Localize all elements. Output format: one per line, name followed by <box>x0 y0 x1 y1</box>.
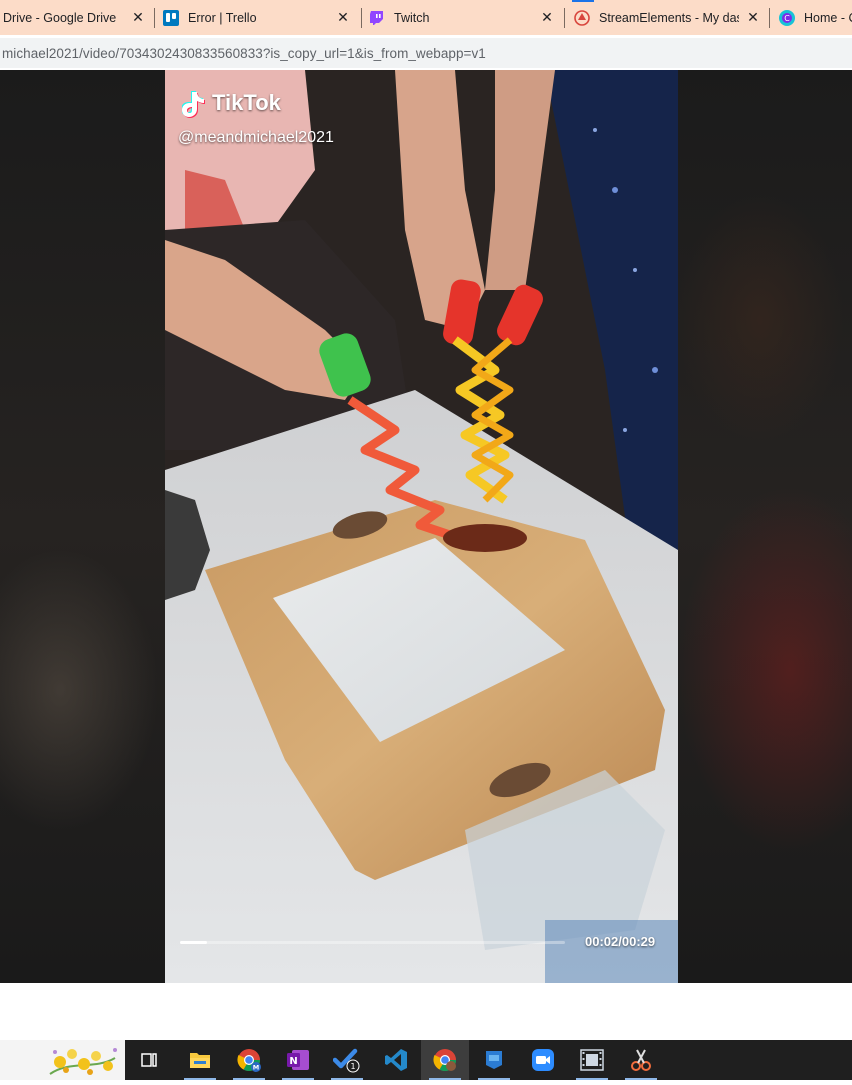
video-editor-icon <box>580 1049 604 1071</box>
tab-title: Twitch <box>394 10 430 25</box>
tab-close-icon[interactable]: ✕ <box>130 9 146 25</box>
zoom-button[interactable] <box>519 1040 567 1080</box>
video-page: TikTok @meandmichael2021 00:02/00:29 <box>0 70 852 983</box>
chrome-icon <box>433 1049 456 1071</box>
tab-google-drive[interactable]: Drive - Google Drive ✕ <box>0 0 154 35</box>
video-editor-button[interactable] <box>568 1040 616 1080</box>
flower-decoration-icon <box>49 1048 117 1075</box>
todo-icon: 1 <box>333 1048 360 1073</box>
tab-title: Error | Trello <box>188 10 257 25</box>
address-bar-row: michael2021/video/7034302430833560833?is… <box>0 35 852 70</box>
vscode-icon <box>385 1049 407 1071</box>
video-player[interactable] <box>165 70 678 983</box>
todo-badge: 1 <box>350 1062 355 1071</box>
tab-separator <box>154 8 155 28</box>
tab-trello[interactable]: Error | Trello ✕ <box>163 0 361 35</box>
url-text[interactable]: michael2021/video/7034302430833560833?is… <box>2 46 486 61</box>
tab-title: Home - Canva <box>804 10 852 25</box>
zoom-icon <box>532 1049 554 1071</box>
creator-handle: @meandmichael2021 <box>178 129 334 146</box>
vscode-button[interactable] <box>372 1040 420 1080</box>
video-progress-fill <box>180 941 207 944</box>
tab-canva[interactable]: C Home - Canva <box>779 0 852 35</box>
tab-close-icon[interactable]: ✕ <box>745 9 761 25</box>
chrome-profile-button[interactable]: M <box>225 1040 273 1080</box>
tab-close-icon[interactable]: ✕ <box>335 9 351 25</box>
browser-tab-strip: Drive - Google Drive ✕ Error | Trello ✕ … <box>0 0 852 35</box>
trello-icon <box>163 9 179 26</box>
store-app-button[interactable] <box>470 1040 518 1080</box>
twitch-icon <box>369 10 385 26</box>
tab-title: Drive - Google Drive <box>3 10 117 25</box>
tab-close-icon[interactable]: ✕ <box>539 9 555 25</box>
store-app-icon <box>486 1051 502 1069</box>
chrome-profile-m-icon: M <box>237 1049 261 1072</box>
windows-taskbar: M N 1 <box>0 1040 852 1080</box>
file-explorer-button[interactable] <box>176 1040 224 1080</box>
svg-text:N: N <box>289 1056 297 1067</box>
tiktok-logo-icon <box>182 91 205 118</box>
chrome-button[interactable] <box>421 1040 469 1080</box>
svg-text:M: M <box>253 1064 259 1072</box>
tab-separator <box>361 8 362 28</box>
tab-separator <box>564 8 565 28</box>
tiktok-brand-text: TikTok <box>212 90 281 115</box>
snipping-tool-button[interactable] <box>617 1040 665 1080</box>
video-time: 00:02/00:29 <box>585 934 656 949</box>
address-bar[interactable]: michael2021/video/7034302430833560833?is… <box>0 38 852 68</box>
file-explorer-icon <box>190 1053 210 1068</box>
video-frame <box>165 70 678 983</box>
tab-streamelements[interactable]: StreamElements - My dashboard ✕ <box>574 0 769 35</box>
tiktok-watermark: TikTok <box>182 88 281 118</box>
todo-button[interactable]: 1 <box>323 1040 371 1080</box>
onenote-button[interactable]: N <box>274 1040 322 1080</box>
taskbar-search-box[interactable] <box>0 1040 125 1080</box>
video-progress-bar[interactable] <box>180 941 565 944</box>
task-view-button[interactable] <box>125 1040 173 1080</box>
tab-separator <box>769 8 770 28</box>
tab-twitch[interactable]: Twitch ✕ <box>369 0 564 35</box>
snipping-tool-icon <box>631 1049 651 1071</box>
canva-icon: C <box>779 9 795 26</box>
onenote-icon: N <box>287 1050 309 1070</box>
tab-title: StreamElements - My dashboard <box>599 10 739 25</box>
svg-text:C: C <box>784 14 790 23</box>
streamelements-icon <box>574 9 590 26</box>
task-view-icon <box>141 1053 157 1067</box>
